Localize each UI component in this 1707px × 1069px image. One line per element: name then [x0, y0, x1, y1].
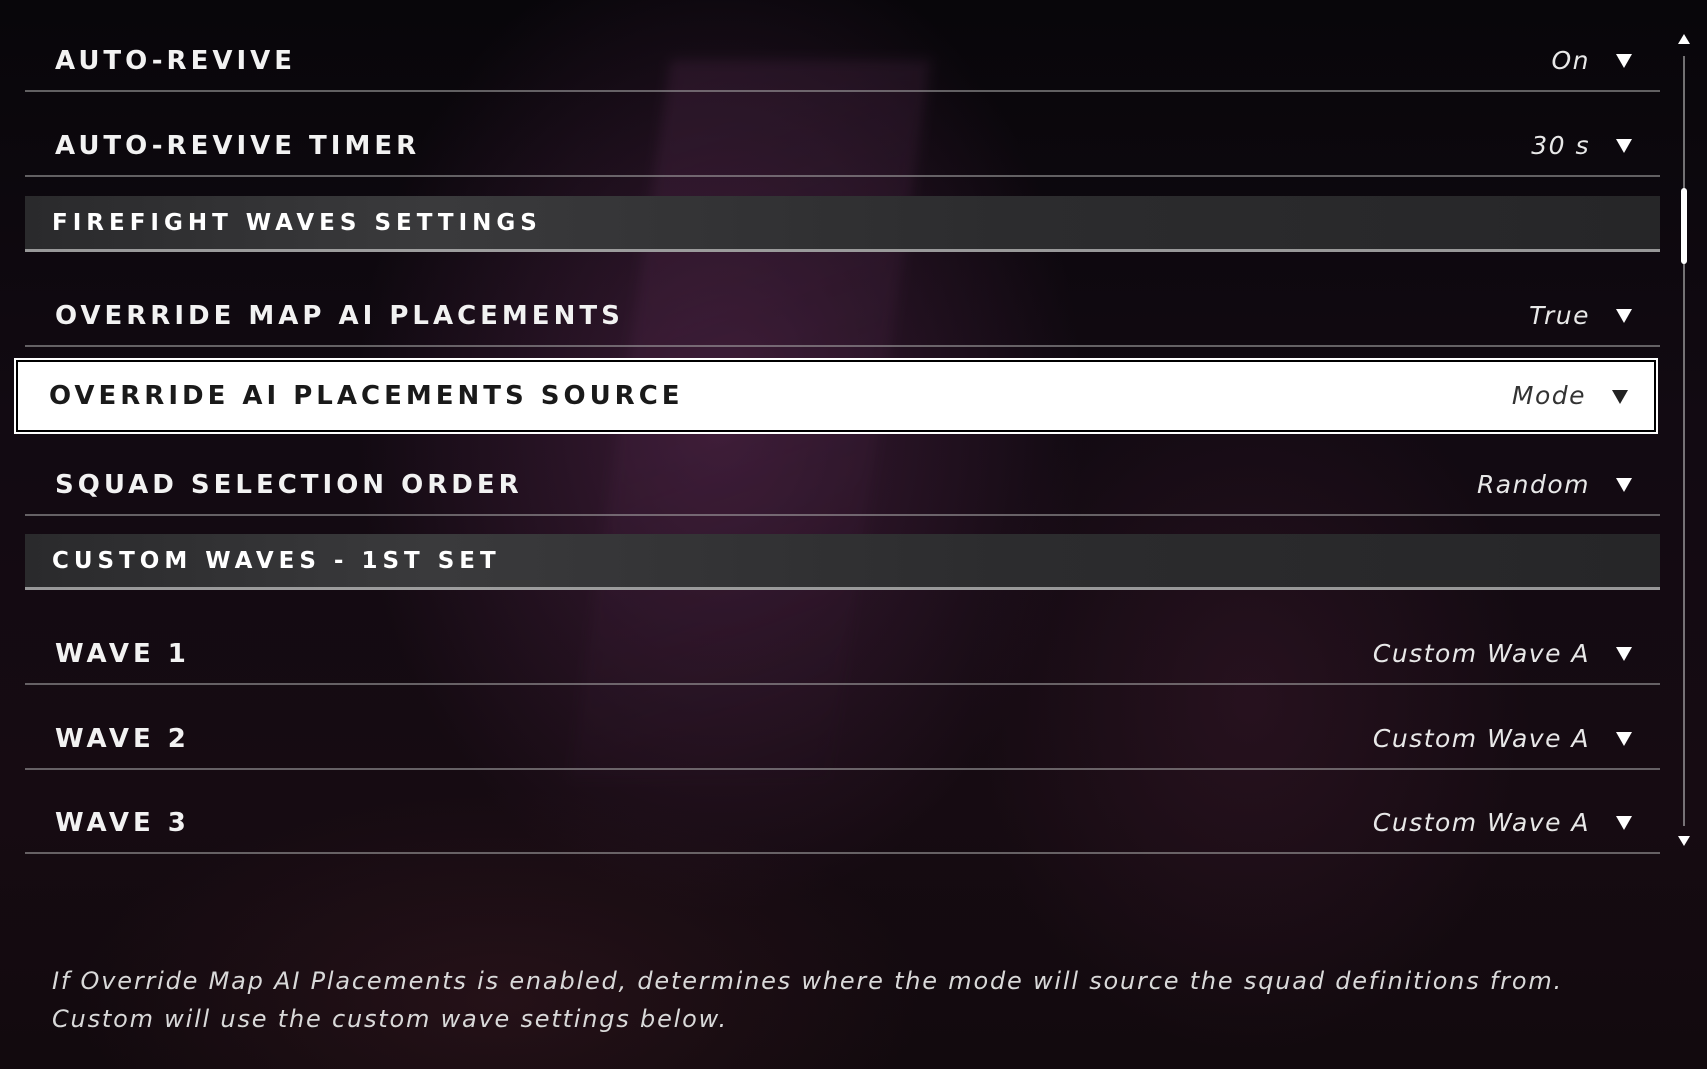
setting-row-wave-3[interactable]: WAVE 3 Custom Wave A: [25, 792, 1660, 854]
setting-label: OVERRIDE MAP AI PLACEMENTS: [55, 301, 624, 331]
scrollbar-track[interactable]: [1683, 56, 1685, 826]
setting-row-wave-1[interactable]: WAVE 1 Custom Wave A: [25, 623, 1660, 685]
section-title: FIREFIGHT WAVES SETTINGS: [52, 210, 542, 236]
scroll-up-arrow-icon[interactable]: [1678, 34, 1690, 44]
scrollbar-thumb[interactable]: [1681, 188, 1687, 264]
setting-value: Random: [1476, 470, 1590, 499]
setting-label: SQUAD SELECTION ORDER: [55, 470, 523, 500]
chevron-down-icon[interactable]: [1616, 816, 1632, 830]
setting-value: Custom Wave A: [1372, 639, 1590, 668]
chevron-down-icon[interactable]: [1616, 309, 1632, 323]
setting-value: Mode: [1511, 381, 1586, 410]
chevron-down-icon[interactable]: [1612, 390, 1628, 404]
scrollbar[interactable]: [1674, 30, 1694, 852]
setting-value: True: [1529, 301, 1590, 330]
section-header-firefight-waves: FIREFIGHT WAVES SETTINGS: [25, 196, 1660, 252]
setting-row-override-map-ai-placements[interactable]: OVERRIDE MAP AI PLACEMENTS True: [25, 285, 1660, 347]
setting-label: WAVE 2: [55, 724, 190, 754]
setting-value: Custom Wave A: [1372, 724, 1590, 753]
setting-row-override-ai-placements-source[interactable]: OVERRIDE AI PLACEMENTS SOURCE Mode: [18, 362, 1654, 430]
setting-value: On: [1551, 46, 1590, 75]
setting-label: WAVE 1: [55, 639, 190, 669]
setting-label: AUTO-REVIVE: [55, 46, 297, 76]
chevron-down-icon[interactable]: [1616, 54, 1632, 68]
chevron-down-icon[interactable]: [1616, 139, 1632, 153]
scroll-down-arrow-icon[interactable]: [1678, 836, 1690, 846]
setting-label: OVERRIDE AI PLACEMENTS SOURCE: [49, 381, 684, 411]
setting-description: If Override Map AI Placements is enabled…: [52, 967, 1563, 1033]
section-header-custom-waves-1st-set: CUSTOM WAVES - 1ST SET: [25, 534, 1660, 590]
chevron-down-icon[interactable]: [1616, 647, 1632, 661]
setting-label: WAVE 3: [55, 808, 190, 838]
setting-value: Custom Wave A: [1372, 808, 1590, 837]
setting-label: AUTO-REVIVE TIMER: [55, 131, 421, 161]
setting-row-auto-revive-timer[interactable]: AUTO-REVIVE TIMER 30 s: [25, 115, 1660, 177]
chevron-down-icon[interactable]: [1616, 732, 1632, 746]
setting-row-wave-2[interactable]: WAVE 2 Custom Wave A: [25, 708, 1660, 770]
setting-row-auto-revive[interactable]: AUTO-REVIVE On: [25, 30, 1660, 92]
setting-value: 30 s: [1531, 131, 1590, 160]
chevron-down-icon[interactable]: [1616, 478, 1632, 492]
setting-row-squad-selection-order[interactable]: SQUAD SELECTION ORDER Random: [25, 454, 1660, 516]
section-title: CUSTOM WAVES - 1ST SET: [52, 548, 501, 574]
